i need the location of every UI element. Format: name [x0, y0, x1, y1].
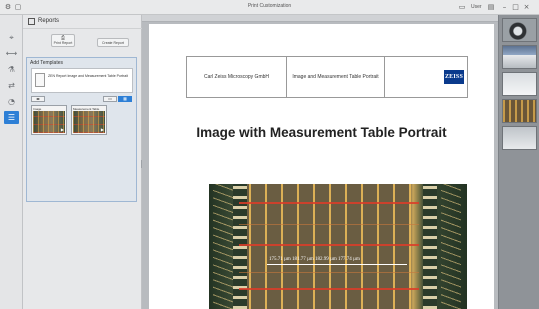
- thumbnail-measurement-table[interactable]: Measurement Table ▶: [71, 105, 107, 135]
- ruler: [142, 15, 498, 22]
- preview-thumbnail[interactable]: [502, 126, 537, 150]
- red-trace: [239, 202, 419, 204]
- report-page: Carl Zeiss Microscopy GmbH Image and Mea…: [149, 24, 494, 309]
- layout-icon[interactable]: ▤: [487, 3, 495, 11]
- create-report-label: Create Report: [102, 41, 124, 45]
- printer-icon: ⎙: [60, 35, 65, 41]
- settings-icon[interactable]: ⌖: [4, 31, 19, 44]
- preview-thumbnail[interactable]: [502, 45, 537, 69]
- minimize-button[interactable]: –: [500, 2, 509, 12]
- chat-icon[interactable]: ▭: [458, 3, 466, 11]
- right-preview-strip: [498, 15, 539, 309]
- analysis-icon[interactable]: ◔: [4, 95, 19, 108]
- measurement-line: [267, 264, 407, 265]
- reports-panel-icon: [28, 18, 35, 25]
- reports-icon[interactable]: ☰: [4, 111, 19, 124]
- trace: [239, 272, 419, 273]
- report-item-text: ZEN Report Image and Measurement Table P…: [48, 74, 128, 78]
- red-trace: [239, 288, 419, 290]
- measure-icon[interactable]: ⟷: [4, 47, 19, 60]
- maximize-button[interactable]: □: [511, 2, 520, 12]
- create-report-button[interactable]: Create Report: [97, 38, 129, 47]
- document-viewer: Carl Zeiss Microscopy GmbH Image and Mea…: [142, 15, 498, 309]
- measurement-labels: 175.71 µm 181.77 µm 182.99 µm 177.74 µm: [269, 257, 360, 262]
- collapse-control[interactable]: ◂▸: [31, 96, 45, 102]
- header-company: Carl Zeiss Microscopy GmbH: [187, 57, 287, 97]
- microscope-image[interactable]: 175.71 µm 181.77 µm 182.99 µm 177.74 µm: [209, 184, 467, 309]
- report-header-table: Carl Zeiss Microscopy GmbH Image and Mea…: [186, 56, 468, 98]
- templates-label: Add Templates: [30, 60, 63, 66]
- flask-icon[interactable]: ⚗: [4, 63, 19, 76]
- app-window: ⚙ ▢ Print Customization ▭ User ▤ – □ × ⌖…: [0, 0, 539, 309]
- user-label[interactable]: User: [471, 3, 482, 12]
- preview-thumbnail[interactable]: [502, 99, 537, 123]
- play-icon: ▶: [100, 127, 104, 132]
- view-toggle[interactable]: ▭: [103, 96, 117, 102]
- report-thumbnail-icon: [35, 73, 45, 87]
- reports-panel: Reports ⎙ Print Report Create Report Add…: [23, 15, 142, 309]
- panel-header: Reports: [23, 15, 142, 29]
- close-button[interactable]: ×: [522, 2, 531, 12]
- play-icon: ▶: [60, 127, 64, 132]
- thumbnail-image[interactable]: Image ▶: [31, 105, 67, 135]
- trace: [239, 224, 419, 225]
- process-icon[interactable]: ⇄: [4, 79, 19, 92]
- preview-thumbnail[interactable]: [502, 18, 537, 42]
- bond-wires-left: [213, 184, 233, 309]
- print-report-button[interactable]: ⎙ Print Report: [51, 34, 75, 47]
- grid-view-toggle[interactable]: ▦: [118, 96, 132, 102]
- bond-pads-right: [423, 184, 437, 309]
- tool-icon-bar: ⌖ ⟷ ⚗ ⇄ ◔ ☰: [0, 15, 23, 309]
- title-bar: ⚙ ▢ Print Customization ▭ User ▤ – □ ×: [0, 0, 539, 15]
- zeiss-logo: ZEISS: [444, 70, 464, 84]
- bond-wires-right: [441, 184, 461, 309]
- print-report-label: Print Report: [53, 41, 73, 45]
- templates-section: Add Templates ZEN Report Image and Measu…: [26, 57, 137, 202]
- panel-title: Reports: [38, 18, 60, 24]
- report-template-item[interactable]: ZEN Report Image and Measurement Table P…: [31, 68, 133, 93]
- header-template-name: Image and Measurement Table Portrait: [287, 57, 385, 97]
- red-trace: [239, 244, 419, 246]
- preview-thumbnail[interactable]: [502, 72, 537, 96]
- page-title: Image with Measurement Table Portrait: [196, 125, 447, 140]
